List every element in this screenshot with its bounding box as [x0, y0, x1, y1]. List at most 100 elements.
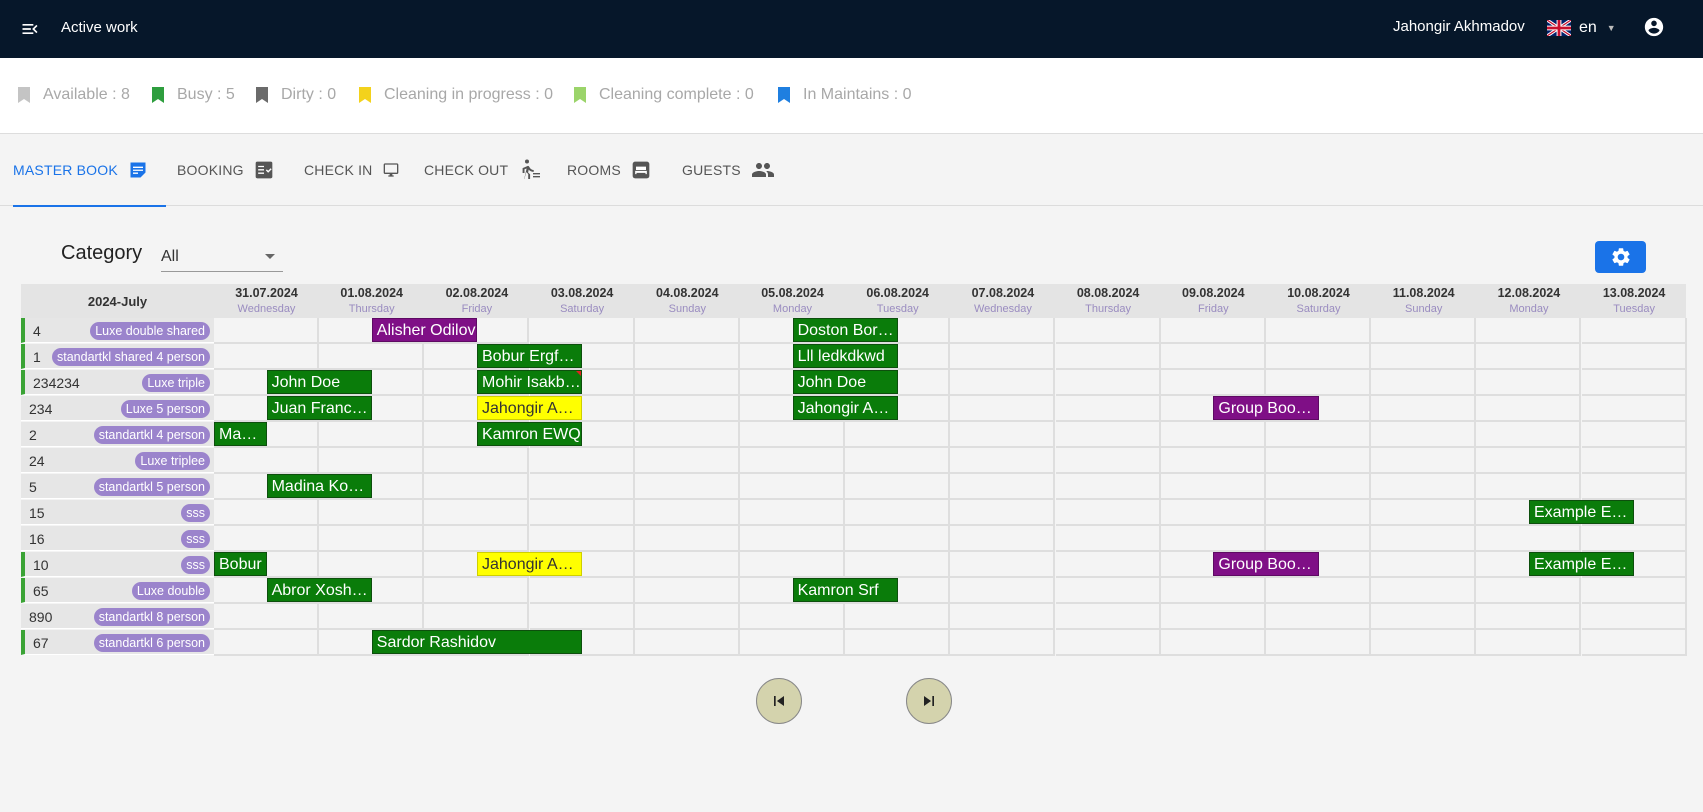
day-cell[interactable] — [1371, 474, 1477, 500]
day-cell[interactable] — [1160, 344, 1266, 370]
day-cell[interactable] — [634, 344, 740, 370]
tab-check-in[interactable]: CHECK IN — [304, 134, 399, 206]
day-cell[interactable] — [424, 500, 530, 526]
day-cell[interactable] — [1055, 318, 1161, 344]
room-info[interactable]: 2 standartkl 4 person — [21, 422, 214, 447]
day-cell[interactable] — [1055, 526, 1161, 552]
day-cell[interactable] — [1055, 474, 1161, 500]
day-cell[interactable] — [1581, 370, 1687, 396]
day-cell[interactable] — [634, 630, 740, 656]
day-cell[interactable] — [1371, 448, 1477, 474]
day-cell[interactable] — [950, 630, 1056, 656]
day-cell[interactable] — [634, 474, 740, 500]
room-info[interactable]: 15 sss — [21, 500, 214, 525]
day-cell[interactable] — [1055, 344, 1161, 370]
day-cell[interactable] — [634, 318, 740, 344]
room-info[interactable]: 890 standartkl 8 person — [21, 604, 214, 629]
day-cell[interactable] — [740, 500, 845, 526]
day-cell[interactable] — [634, 578, 740, 604]
day-cell[interactable] — [845, 474, 951, 500]
day-cell[interactable] — [1371, 552, 1477, 578]
day-cell[interactable] — [1266, 318, 1371, 344]
room-info[interactable]: 24 Luxe triplee — [21, 448, 214, 473]
day-cell[interactable] — [1581, 630, 1687, 656]
day-cell[interactable] — [1055, 578, 1161, 604]
day-cell[interactable] — [319, 448, 425, 474]
booking-bar[interactable]: Kamron EWQ — [477, 422, 583, 446]
room-info[interactable]: 67 standartkl 6 person — [21, 630, 214, 655]
day-cell[interactable] — [529, 604, 635, 630]
day-cell[interactable] — [1371, 630, 1477, 656]
day-cell[interactable] — [1266, 526, 1371, 552]
day-cell[interactable] — [634, 500, 740, 526]
day-cell[interactable] — [1160, 370, 1266, 396]
booking-bar[interactable]: Lll ledkdkwd — [792, 344, 898, 368]
day-cell[interactable] — [1055, 604, 1161, 630]
day-cell[interactable] — [634, 448, 740, 474]
day-cell[interactable] — [950, 448, 1056, 474]
booking-bar[interactable]: Bobur — [214, 552, 267, 576]
day-cell[interactable] — [529, 500, 635, 526]
day-cell[interactable] — [740, 552, 845, 578]
day-cell[interactable] — [1160, 630, 1266, 656]
day-cell[interactable] — [214, 318, 319, 344]
day-cell[interactable] — [529, 448, 635, 474]
settings-button[interactable] — [1595, 241, 1646, 273]
day-cell[interactable] — [950, 500, 1056, 526]
day-cell[interactable] — [1160, 500, 1266, 526]
booking-bar[interactable]: Juan Francisco — [266, 396, 372, 420]
day-cell[interactable] — [214, 448, 319, 474]
day-cell[interactable] — [950, 578, 1056, 604]
tab-check-out[interactable]: CHECK OUT — [424, 134, 542, 206]
day-cell[interactable] — [214, 526, 319, 552]
booking-bar[interactable]: Madina — [214, 422, 267, 446]
day-cell[interactable] — [950, 526, 1056, 552]
day-cell[interactable] — [214, 344, 319, 370]
day-cell[interactable] — [1371, 396, 1477, 422]
day-cell[interactable] — [845, 526, 951, 552]
tab-rooms[interactable]: ROOMS — [567, 134, 651, 206]
day-cell[interactable] — [319, 526, 425, 552]
day-cell[interactable] — [845, 500, 951, 526]
day-cell[interactable] — [1581, 526, 1687, 552]
day-cell[interactable] — [1160, 422, 1266, 448]
room-info[interactable]: 65 Luxe double — [21, 578, 214, 603]
day-cell[interactable] — [424, 604, 530, 630]
booking-bar[interactable]: Sardor Rashidov — [371, 630, 583, 654]
day-cell[interactable] — [214, 604, 319, 630]
day-cell[interactable] — [1266, 578, 1371, 604]
day-cell[interactable] — [1055, 422, 1161, 448]
booking-bar[interactable]: Example Example — [1529, 552, 1635, 576]
booking-bar[interactable]: Doston Boriev — [792, 318, 898, 342]
day-cell[interactable] — [950, 396, 1056, 422]
day-cell[interactable] — [1581, 604, 1687, 630]
day-cell[interactable] — [1055, 630, 1161, 656]
day-cell[interactable] — [634, 526, 740, 552]
day-cell[interactable] — [1476, 474, 1582, 500]
day-cell[interactable] — [319, 552, 425, 578]
day-cell[interactable] — [950, 344, 1056, 370]
day-cell[interactable] — [1371, 422, 1477, 448]
room-info[interactable]: 1 standartkl shared 4 person — [21, 344, 214, 369]
day-cell[interactable] — [1371, 370, 1477, 396]
day-cell[interactable] — [1476, 630, 1582, 656]
booking-bar[interactable]: Kamron Srf — [792, 578, 898, 602]
day-cell[interactable] — [1266, 500, 1371, 526]
day-cell[interactable] — [1055, 396, 1161, 422]
day-cell[interactable] — [950, 474, 1056, 500]
day-cell[interactable] — [319, 500, 425, 526]
day-cell[interactable] — [634, 370, 740, 396]
day-cell[interactable] — [529, 578, 635, 604]
booking-bar[interactable]: Abror Xoshimov — [266, 578, 372, 602]
day-cell[interactable] — [1266, 370, 1371, 396]
day-cell[interactable] — [1581, 448, 1687, 474]
day-cell[interactable] — [1476, 578, 1582, 604]
day-cell[interactable] — [1055, 552, 1161, 578]
booking-bar[interactable]: Bobur Ergfenov — [477, 344, 583, 368]
booking-bar[interactable]: Jahongir Akhmadov — [792, 396, 898, 420]
day-cell[interactable] — [950, 422, 1056, 448]
day-cell[interactable] — [1266, 448, 1371, 474]
booking-bar[interactable]: Example Example — [1529, 500, 1635, 524]
day-cell[interactable] — [1581, 318, 1687, 344]
booking-bar[interactable]: Jahongir Akhmadov — [477, 396, 583, 420]
